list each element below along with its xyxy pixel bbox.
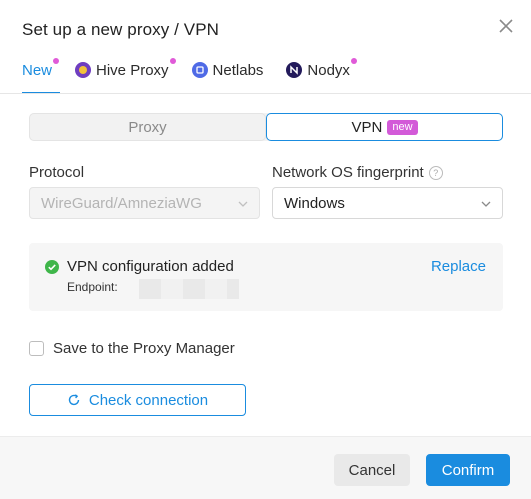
new-indicator-dot <box>53 58 60 64</box>
proxy-mode-label: Proxy <box>128 118 167 136</box>
tab-netlabs[interactable]: Netlabs <box>191 58 264 82</box>
dialog-title: Set up a new proxy / VPN <box>22 20 220 39</box>
fingerprint-label-row: Network OS fingerprint? <box>272 164 443 181</box>
tab-hive-proxy-label: Hive Proxy <box>96 61 169 79</box>
refresh-icon <box>68 394 80 406</box>
cancel-button[interactable]: Cancel <box>334 454 410 486</box>
save-checkbox-label: Save to the Proxy Manager <box>53 340 235 357</box>
protocol-select: WireGuard/AmneziaWG <box>29 187 260 219</box>
new-badge: new <box>387 119 418 135</box>
save-checkbox[interactable] <box>29 341 44 356</box>
nodyx-icon <box>286 62 303 78</box>
proxy-mode-button[interactable]: Proxy <box>29 113 266 141</box>
fingerprint-label: Network OS fingerprint <box>272 164 424 181</box>
save-to-proxy-manager-option[interactable]: Save to the Proxy Manager <box>29 340 235 357</box>
tab-hive-proxy[interactable]: Hive Proxy <box>75 58 176 82</box>
tab-netlabs-label: Netlabs <box>212 61 264 79</box>
chevron-down-icon <box>238 201 248 207</box>
protocol-value: WireGuard/AmneziaWG <box>41 194 202 212</box>
proxy-vpn-dialog: Set up a new proxy / VPN New Hive Proxy … <box>0 0 531 499</box>
success-check-icon <box>45 260 59 274</box>
close-icon[interactable] <box>496 16 516 36</box>
tab-nodyx-label: Nodyx <box>307 61 350 79</box>
check-connection-label: Check connection <box>88 391 209 409</box>
protocol-label: Protocol <box>29 164 85 181</box>
fingerprint-select[interactable]: Windows <box>272 187 503 219</box>
replace-link[interactable]: Replace <box>431 258 486 275</box>
help-icon[interactable]: ? <box>428 166 443 180</box>
tabs-divider <box>0 93 531 94</box>
hive-icon <box>75 62 92 78</box>
netlabs-icon <box>191 62 208 78</box>
tab-new-label: New <box>22 61 53 79</box>
fingerprint-value: Windows <box>284 194 345 212</box>
chevron-down-icon <box>481 201 491 207</box>
new-indicator-dot <box>350 58 357 64</box>
vpn-mode-label: VPN <box>351 118 383 136</box>
vpn-mode-button[interactable]: VPN new <box>266 113 503 141</box>
check-connection-button[interactable]: Check connection <box>29 384 246 416</box>
new-indicator-dot <box>169 58 176 64</box>
endpoint-label: Endpoint: <box>67 280 118 294</box>
confirm-button[interactable]: Confirm <box>426 454 510 486</box>
mode-toggle: Proxy VPN new <box>29 113 503 141</box>
vpn-config-title: VPN configuration added <box>67 258 234 275</box>
vpn-config-box: VPN configuration added Endpoint: Replac… <box>29 243 503 311</box>
endpoint-value-redacted <box>139 279 239 299</box>
tab-nodyx[interactable]: Nodyx <box>286 58 357 82</box>
dialog-footer: Cancel Confirm <box>0 436 531 499</box>
tab-new[interactable]: New <box>22 58 61 94</box>
provider-tabs: New Hive Proxy Netlabs Nodyx <box>22 58 373 94</box>
